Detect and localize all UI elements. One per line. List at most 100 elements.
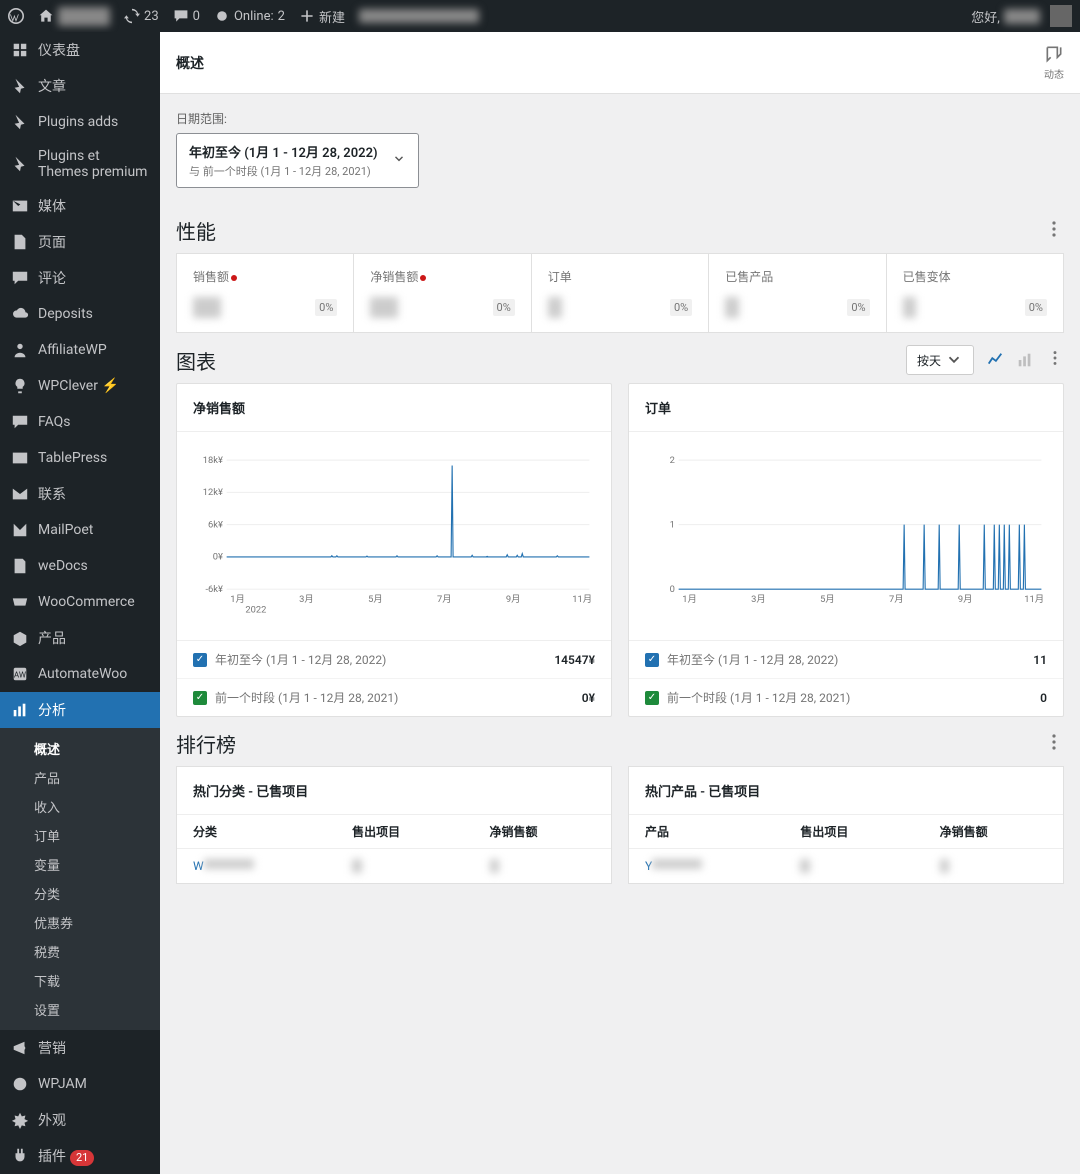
row-link[interactable]: W — [193, 859, 204, 873]
sidebar-item-pin[interactable]: Plugins et Themes premium — [0, 140, 160, 188]
submenu-item[interactable]: 订单 — [0, 821, 160, 850]
submenu-item[interactable]: 概述 — [0, 734, 160, 763]
svg-text:9月: 9月 — [506, 594, 521, 605]
row-link[interactable]: Y — [645, 859, 652, 873]
sidebar-item-affiliate[interactable]: AffiliateWP — [0, 332, 160, 368]
perf-value: — — [725, 297, 739, 318]
sidebar-item-label: WPJAM — [38, 1076, 87, 1092]
charts-heading: 图表 — [176, 346, 216, 375]
sidebar-item-aw[interactable]: AWAutomateWoo — [0, 656, 160, 692]
legend-checkbox[interactable]: ✓ — [193, 653, 207, 667]
submenu-item[interactable]: 设置 — [0, 995, 160, 1024]
perf-card[interactable]: 已售产品—0% — [709, 254, 885, 332]
leaderboard-title: 热门产品 - 已售项目 — [629, 767, 1063, 814]
comments-link[interactable]: 0 — [173, 8, 200, 24]
chart-card: 净销售额-6k¥0¥6k¥12k¥18k¥1月3月5月7月9月11月2022✓年… — [176, 383, 612, 717]
online-indicator[interactable]: Online: 2 — [214, 8, 285, 24]
site-home-link[interactable]: 站点名称 — [38, 7, 110, 26]
performance-menu-button[interactable] — [1044, 219, 1064, 243]
legend-label: 前一个时段 (1月 1 - 12月 28, 2021) — [667, 689, 850, 706]
user-greeting[interactable]: 您好,admin — [971, 5, 1072, 27]
table-row[interactable]: W —— — [177, 849, 611, 884]
date-range-picker[interactable]: 年初至今 (1月 1 - 12月 28, 2022) 与 前一个时段 (1月 1… — [176, 133, 419, 188]
pin-icon — [10, 154, 30, 174]
sidebar-item-woo[interactable]: WooCommerce — [0, 584, 160, 620]
legend-row[interactable]: ✓年初至今 (1月 1 - 12月 28, 2022)14547¥ — [177, 641, 611, 678]
sidebar-item-product[interactable]: 产品 — [0, 620, 160, 656]
chart-grid: 净销售额-6k¥0¥6k¥12k¥18k¥1月3月5月7月9月11月2022✓年… — [160, 383, 1080, 717]
perf-card[interactable]: 净销售额——0% — [354, 254, 530, 332]
svg-text:6k¥: 6k¥ — [208, 519, 223, 530]
submenu-item[interactable]: 优惠券 — [0, 908, 160, 937]
submenu-item[interactable]: 收入 — [0, 792, 160, 821]
sidebar-item-pin[interactable]: 文章 — [0, 68, 160, 104]
line-chart-toggle[interactable] — [986, 351, 1004, 369]
sidebar-item-analytics[interactable]: 分析 — [0, 692, 160, 728]
perf-delta: 0% — [847, 299, 869, 316]
sidebar-item-table[interactable]: TablePress — [0, 440, 160, 476]
sidebar-item-pin[interactable]: Plugins adds — [0, 104, 160, 140]
sidebar-item-plugins[interactable]: 插件21 — [0, 1138, 160, 1174]
legend-checkbox[interactable]: ✓ — [645, 691, 659, 705]
date-filter-section: 日期范围: 年初至今 (1月 1 - 12月 28, 2022) 与 前一个时段… — [160, 94, 1080, 204]
perf-card[interactable]: 订单—0% — [532, 254, 708, 332]
chart-interval-select[interactable]: 按天 — [906, 345, 974, 375]
sidebar-item-label: Plugins et Themes premium — [38, 148, 150, 180]
sidebar-item-media[interactable]: 媒体 — [0, 188, 160, 224]
wpjam-icon — [10, 1074, 30, 1094]
sidebar-item-mail[interactable]: 联系 — [0, 476, 160, 512]
submenu-item[interactable]: 变量 — [0, 850, 160, 879]
sidebar-item-mailpoet[interactable]: MailPoet — [0, 512, 160, 548]
updates-link[interactable]: 23 — [124, 8, 159, 24]
legend-value: 0¥ — [582, 691, 595, 705]
aw-icon: AW — [10, 664, 30, 684]
charts-menu-button[interactable] — [1046, 349, 1064, 371]
site-name: 站点名称 — [58, 7, 110, 26]
submenu-item[interactable]: 分类 — [0, 879, 160, 908]
mail-icon — [10, 484, 30, 504]
leaderboard-section-head: 排行榜 — [160, 729, 1080, 758]
page-title: 概述 — [176, 53, 204, 73]
chart-svg: -6k¥0¥6k¥12k¥18k¥1月3月5月7月9月11月2022 — [193, 444, 595, 624]
legend-checkbox[interactable]: ✓ — [645, 653, 659, 667]
sidebar-item-marketing[interactable]: 营销 — [0, 1030, 160, 1066]
sidebar-item-comment[interactable]: 评论 — [0, 260, 160, 296]
submenu-item[interactable]: 税费 — [0, 937, 160, 966]
svg-text:0¥: 0¥ — [213, 552, 223, 563]
sidebar-item-label: WooCommerce — [38, 594, 135, 610]
wp-logo-icon[interactable] — [8, 8, 24, 24]
sidebar-item-comment[interactable]: FAQs — [0, 404, 160, 440]
bulb-icon — [10, 376, 30, 396]
leaderboard-menu-button[interactable] — [1044, 732, 1064, 756]
sidebar-item-appearance[interactable]: 外观 — [0, 1102, 160, 1138]
sidebar-item-docs[interactable]: weDocs — [0, 548, 160, 584]
activity-button[interactable]: 动态 — [1044, 44, 1064, 81]
sidebar-item-cloud[interactable]: Deposits — [0, 296, 160, 332]
legend-row[interactable]: ✓前一个时段 (1月 1 - 12月 28, 2021)0 — [629, 678, 1063, 716]
sidebar-item-label: 联系 — [38, 484, 66, 504]
sidebar-item-label: 分析 — [38, 700, 66, 720]
perf-label: 销售额 — [193, 268, 337, 285]
table-header: 售出项目 — [336, 815, 473, 849]
submenu-item[interactable]: 产品 — [0, 763, 160, 792]
legend-value: 14547¥ — [554, 653, 595, 667]
legend-row[interactable]: ✓前一个时段 (1月 1 - 12月 28, 2021)0¥ — [177, 678, 611, 716]
extra-item[interactable] — [359, 9, 479, 23]
perf-card[interactable]: 销售额——0% — [177, 254, 353, 332]
svg-text:9月: 9月 — [958, 594, 973, 605]
submenu-item[interactable]: 下载 — [0, 966, 160, 995]
table-row[interactable]: Y —— — [629, 849, 1063, 884]
new-content-link[interactable]: 新建 — [299, 7, 345, 26]
perf-card[interactable]: 已售变体—0% — [887, 254, 1063, 332]
pin-icon — [10, 76, 30, 96]
sidebar-item-label: 营销 — [38, 1038, 66, 1058]
legend-checkbox[interactable]: ✓ — [193, 691, 207, 705]
svg-text:18k¥: 18k¥ — [203, 455, 223, 466]
bar-chart-toggle[interactable] — [1016, 351, 1034, 369]
legend-row[interactable]: ✓年初至今 (1月 1 - 12月 28, 2022)11 — [629, 641, 1063, 678]
sidebar-item-page[interactable]: 页面 — [0, 224, 160, 260]
updates-count: 23 — [144, 9, 159, 24]
sidebar-item-dashboard[interactable]: 仪表盘 — [0, 32, 160, 68]
sidebar-item-wpjam[interactable]: WPJAM — [0, 1066, 160, 1102]
sidebar-item-bulb[interactable]: WPClever ⚡ — [0, 368, 160, 404]
